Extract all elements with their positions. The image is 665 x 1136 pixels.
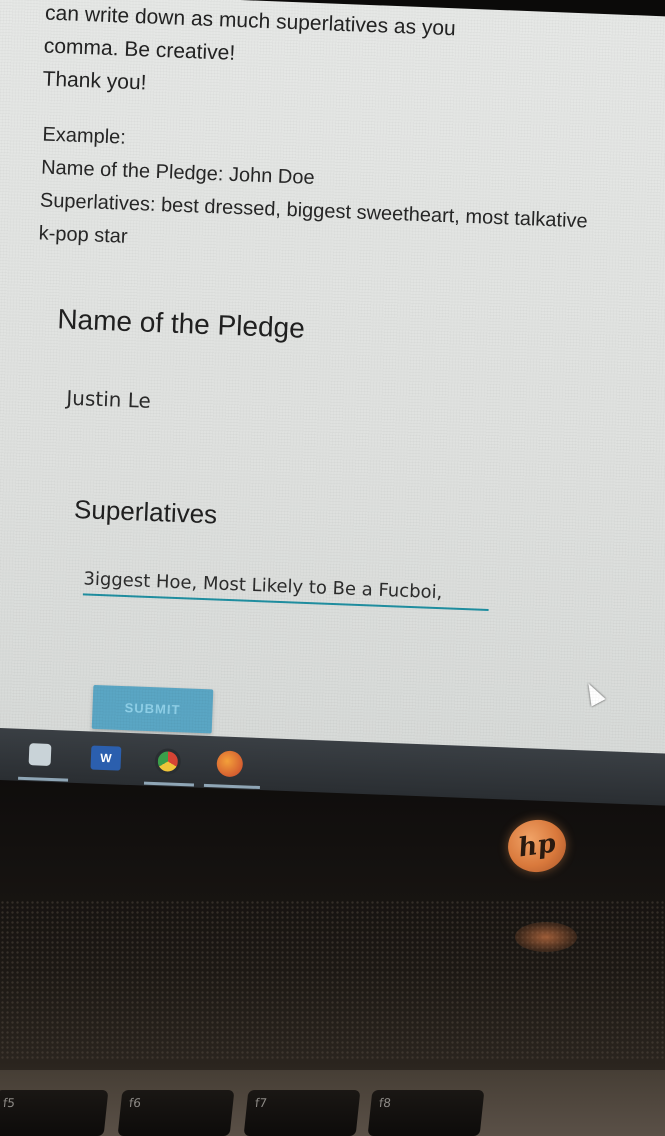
word-icon[interactable]: W <box>90 745 122 771</box>
taskbar-active-indicator <box>18 776 69 782</box>
search-icon[interactable] <box>28 743 52 766</box>
speaker-grille <box>0 900 665 1060</box>
laptop-screen: can write down as much superlatives as y… <box>0 0 665 783</box>
name-field-value[interactable]: Justin Le <box>66 386 151 413</box>
key-f7[interactable]: f7 <box>243 1090 361 1136</box>
submit-button[interactable]: SUBMIT <box>91 684 214 734</box>
key-label-f8: f8 <box>378 1096 392 1110</box>
form-page: can write down as much superlatives as y… <box>12 0 665 759</box>
form-intro: can write down as much superlatives as y… <box>42 0 456 111</box>
superlatives-input[interactable]: 3iggest Hoe, Most Likely to Be a Fucboi, <box>82 568 490 611</box>
name-field-title: Name of the Pledge <box>56 303 306 344</box>
firefox-icon[interactable] <box>216 750 244 778</box>
taskbar-active-indicator <box>143 781 195 787</box>
key-label-f5: f5 <box>2 1096 16 1110</box>
key-f8[interactable]: f8 <box>367 1090 485 1136</box>
key-f6[interactable]: f6 <box>117 1090 235 1136</box>
key-label-f7: f7 <box>254 1096 268 1110</box>
form-example: Example: Name of the Pledge: John Doe Su… <box>38 119 591 272</box>
chrome-icon[interactable] <box>154 747 182 775</box>
key-f5[interactable]: f5 <box>0 1090 109 1136</box>
hp-logo-reflection <box>515 922 577 952</box>
photo-scene: hp f5 f6 f7 f8 can write down as much su… <box>0 0 665 1136</box>
superlatives-field-title: Superlatives <box>73 494 218 530</box>
key-label-f6: f6 <box>128 1096 142 1110</box>
